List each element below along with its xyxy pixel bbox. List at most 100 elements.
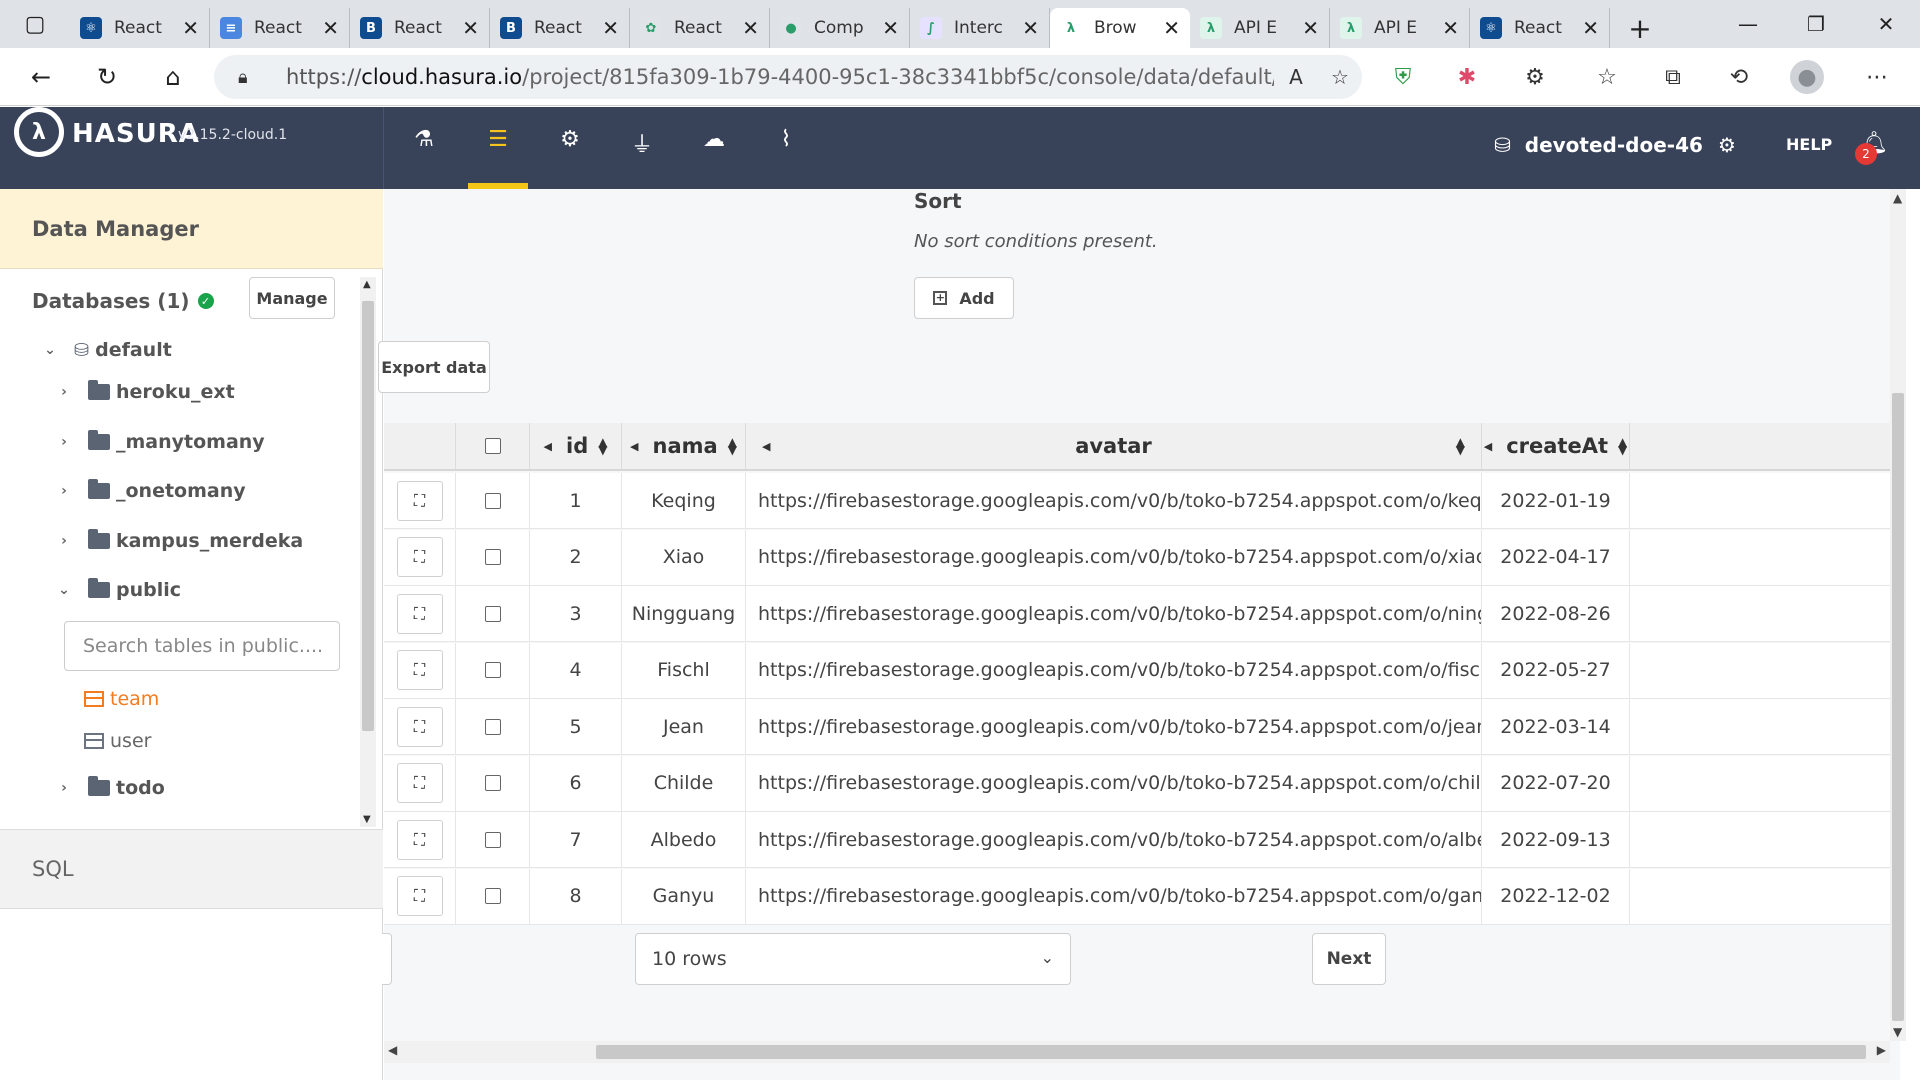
- scroll-right-icon[interactable]: ▶: [1877, 1043, 1886, 1057]
- collections-icon[interactable]: ⧉: [1656, 60, 1690, 94]
- export-data-button[interactable]: Export data: [378, 341, 490, 393]
- settings-icon[interactable]: ⚙: [1718, 133, 1736, 157]
- chevron-down-icon[interactable]: ⌄: [40, 342, 60, 358]
- monitoring-icon[interactable]: ⌇: [756, 127, 816, 189]
- horizontal-scroll-thumb[interactable]: [596, 1045, 1866, 1059]
- column-header-nama[interactable]: ◀ nama ▲ ▼: [622, 423, 746, 469]
- cell-createat[interactable]: 2022-03-14: [1482, 699, 1630, 754]
- cell-avatar[interactable]: https://firebasestorage.googleapis.com/v…: [746, 586, 1482, 641]
- tree-schema-manytomany[interactable]: › _manytomany: [54, 430, 265, 453]
- cell-nama[interactable]: Ningguang: [622, 586, 746, 641]
- tab-actions-icon[interactable]: ▢: [0, 0, 70, 48]
- chevron-right-icon[interactable]: ›: [54, 483, 74, 499]
- tree-schema-todo[interactable]: › todo: [54, 776, 165, 799]
- search-tables-input[interactable]: Search tables in public....: [64, 621, 340, 671]
- close-tab-icon[interactable]: ✕: [1302, 16, 1319, 40]
- back-icon[interactable]: ←: [24, 60, 58, 94]
- close-tab-icon[interactable]: ✕: [742, 16, 759, 40]
- vertical-scroll-thumb[interactable]: [1892, 393, 1904, 1021]
- cell-avatar[interactable]: https://firebasestorage.googleapis.com/v…: [746, 812, 1482, 867]
- horizontal-scrollbar[interactable]: ◀ ▶: [384, 1041, 1890, 1063]
- manage-button[interactable]: Manage: [249, 277, 335, 319]
- cell-createat[interactable]: 2022-01-19: [1482, 473, 1630, 528]
- close-window-icon[interactable]: ✕: [1856, 0, 1916, 48]
- browser-tab[interactable]: B React ✕: [490, 8, 630, 48]
- data-manager-heading[interactable]: Data Manager: [0, 189, 383, 269]
- cell-id[interactable]: 5: [530, 699, 622, 754]
- previous-button[interactable]: [382, 933, 392, 985]
- browser-tab[interactable]: ∫ Interc ✕: [910, 8, 1050, 48]
- events-icon[interactable]: ☁: [684, 127, 744, 189]
- chevron-right-icon[interactable]: ›: [54, 780, 74, 796]
- caret-left-icon[interactable]: ◀: [544, 440, 552, 453]
- new-tab-button[interactable]: +: [1610, 8, 1670, 48]
- browser-tab[interactable]: λ Brow ✕: [1050, 8, 1190, 48]
- tree-db-default[interactable]: ⌄ ⛁ default: [40, 339, 172, 361]
- sidebar-scroll-thumb[interactable]: [362, 301, 374, 731]
- chevron-right-icon[interactable]: ›: [54, 384, 74, 400]
- cell-id[interactable]: 2: [530, 529, 622, 585]
- cell-avatar[interactable]: https://firebasestorage.googleapis.com/v…: [746, 699, 1482, 754]
- next-button[interactable]: Next: [1312, 933, 1386, 985]
- browser-tab[interactable]: ≡ React ✕: [210, 8, 350, 48]
- history-icon[interactable]: ⟲: [1722, 60, 1756, 94]
- caret-left-icon[interactable]: ◀: [630, 440, 638, 453]
- browser-tab[interactable]: λ API E ✕: [1330, 8, 1470, 48]
- close-tab-icon[interactable]: ✕: [1582, 16, 1599, 40]
- rows-per-page-select[interactable]: 10 rows ⌄: [635, 933, 1071, 985]
- row-checkbox[interactable]: [484, 775, 501, 791]
- cell-id[interactable]: 3: [530, 586, 622, 641]
- data-manager-icon[interactable]: ☰: [468, 127, 528, 189]
- favorite-add-icon[interactable]: ☆: [1318, 65, 1362, 89]
- table-team[interactable]: team: [84, 688, 159, 710]
- reload-icon[interactable]: ↻: [90, 60, 124, 94]
- cell-id[interactable]: 6: [530, 755, 622, 811]
- browser-tab[interactable]: ● Comp ✕: [770, 8, 910, 48]
- actions-icon[interactable]: ⚙: [540, 127, 600, 189]
- scroll-up-icon[interactable]: ▲: [1893, 191, 1902, 205]
- sort-icon[interactable]: ▲ ▼: [1618, 436, 1627, 456]
- row-checkbox[interactable]: [484, 605, 501, 622]
- cell-nama[interactable]: Keqing: [622, 473, 746, 528]
- select-all-checkbox[interactable]: [484, 438, 501, 454]
- browser-tab[interactable]: λ API E ✕: [1190, 8, 1330, 48]
- home-icon[interactable]: ⌂: [156, 60, 190, 94]
- column-header-createat[interactable]: ◀ createAt ▲ ▼: [1482, 423, 1630, 469]
- cell-avatar[interactable]: https://firebasestorage.googleapis.com/v…: [746, 529, 1482, 585]
- close-tab-icon[interactable]: ✕: [462, 16, 479, 40]
- cell-id[interactable]: 1: [530, 473, 622, 528]
- row-checkbox[interactable]: [484, 549, 501, 565]
- close-tab-icon[interactable]: ✕: [1163, 16, 1180, 40]
- expand-row-icon[interactable]: ⛶: [396, 593, 443, 634]
- remote-schemas-icon[interactable]: ⏚: [612, 127, 672, 189]
- cell-createat[interactable]: 2022-12-02: [1482, 868, 1630, 924]
- caret-left-icon[interactable]: ◀: [762, 440, 770, 453]
- expand-row-icon[interactable]: ⛶: [396, 876, 443, 916]
- minimize-icon[interactable]: —: [1718, 0, 1778, 48]
- expand-row-icon[interactable]: ⛶: [396, 650, 443, 690]
- cell-id[interactable]: 8: [530, 868, 622, 924]
- close-tab-icon[interactable]: ✕: [882, 16, 899, 40]
- cell-createat[interactable]: 2022-09-13: [1482, 812, 1630, 867]
- browser-tab[interactable]: ⚛ React ✕: [1470, 8, 1610, 48]
- row-checkbox[interactable]: [484, 662, 501, 678]
- url-field[interactable]: 🔒︎ https:// cloud.hasura.io /project/815…: [214, 55, 1362, 99]
- chevron-right-icon[interactable]: ›: [54, 533, 74, 549]
- close-tab-icon[interactable]: ✕: [322, 16, 339, 40]
- close-tab-icon[interactable]: ✕: [1442, 16, 1459, 40]
- extension-color-icon[interactable]: ✱: [1450, 60, 1484, 94]
- column-header-avatar[interactable]: ◀ avatar ▲ ▼: [746, 423, 1482, 469]
- sort-icon[interactable]: ▲ ▼: [728, 436, 737, 456]
- cell-id[interactable]: 7: [530, 812, 622, 867]
- cell-createat[interactable]: 2022-05-27: [1482, 642, 1630, 698]
- expand-row-icon[interactable]: ⛶: [396, 480, 443, 521]
- cell-nama[interactable]: Ganyu: [622, 868, 746, 924]
- column-header-id[interactable]: ◀ id ▲ ▼: [530, 423, 622, 469]
- cell-avatar[interactable]: https://firebasestorage.googleapis.com/v…: [746, 755, 1482, 811]
- caret-left-icon[interactable]: ◀: [1484, 440, 1492, 453]
- tree-schema-public[interactable]: ⌄ public: [54, 578, 181, 601]
- tree-schema-kampus-merdeka[interactable]: › kampus_merdeka: [54, 529, 303, 552]
- expand-row-icon[interactable]: ⛶: [396, 763, 443, 803]
- chevron-right-icon[interactable]: ›: [54, 434, 74, 450]
- cell-avatar[interactable]: https://firebasestorage.googleapis.com/v…: [746, 868, 1482, 924]
